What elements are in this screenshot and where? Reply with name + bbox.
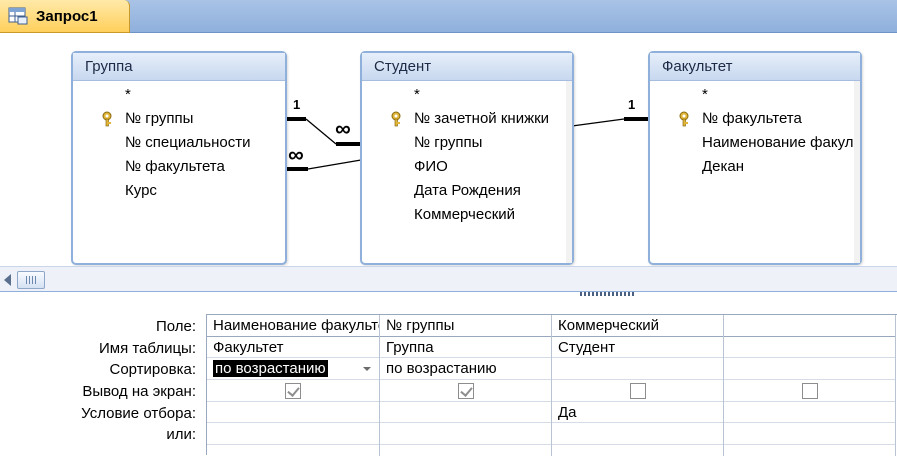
primary-key-icon (390, 111, 404, 127)
sort-dropdown[interactable]: по возрастанию (207, 358, 379, 381)
show-cell (207, 380, 379, 402)
criteria-cell[interactable]: Да (552, 402, 723, 424)
field-all[interactable]: * (362, 83, 572, 107)
field-dean[interactable]: Декан (650, 155, 860, 179)
row-label-table: Имя таблицы: (98, 339, 196, 357)
table-cell[interactable] (724, 337, 895, 359)
sort-cell[interactable] (552, 358, 723, 381)
field-cell[interactable] (724, 315, 895, 337)
document-tab-strip: Запрос1 (0, 0, 897, 33)
field-record-book-number[interactable]: № зачетной книжки (362, 107, 572, 131)
row-label-field: Поле: (155, 318, 196, 335)
tab-query1[interactable]: Запрос1 (0, 0, 130, 33)
or-cell[interactable] (380, 423, 551, 446)
query-design-area[interactable]: 1 ∞ ∞ 1 Группа * № группы № специальност… (0, 34, 897, 266)
relationship-label-many: ∞ (288, 142, 304, 167)
row-label-criteria: Условие отбора: (81, 404, 196, 422)
show-cell (724, 380, 895, 402)
relationship-label-many: ∞ (335, 116, 351, 141)
relationship-label-1: 1 (628, 97, 636, 112)
grid-column-3: Коммерческий Студент Да (552, 315, 724, 456)
field-faculty-name[interactable]: Наименование факультета (650, 131, 860, 155)
grid-column-2: № группы Группа по возрастанию (380, 315, 552, 456)
pane-splitter[interactable] (0, 292, 897, 306)
row-label-sort: Сортировка: (109, 361, 197, 379)
field-course[interactable]: Курс (73, 179, 285, 203)
scrollbar-thumb[interactable] (17, 271, 45, 289)
field-specialty-number[interactable]: № специальности (73, 131, 285, 155)
query-icon (8, 7, 28, 25)
table-faculty[interactable]: Факультет * № факультета Наименование фа… (648, 51, 862, 265)
row-label-show: Вывод на экран: (82, 383, 196, 401)
relationship-label-1: 1 (293, 97, 301, 112)
query-design-grid: Поле: Имя таблицы: Сортировка: Вывод на … (0, 306, 897, 456)
field-cell[interactable]: Коммерческий (552, 315, 723, 337)
scroll-left-arrow-icon[interactable] (4, 274, 11, 286)
grid-column-4 (724, 315, 896, 456)
table-cell[interactable]: Факультет (207, 337, 379, 359)
table-title[interactable]: Факультет (650, 53, 860, 81)
field-all[interactable]: * (650, 83, 860, 107)
or-cell[interactable] (552, 423, 723, 446)
or-cell[interactable] (207, 423, 379, 446)
or-cell[interactable] (724, 423, 895, 446)
field-all[interactable]: * (73, 83, 285, 107)
sort-value: по возрастанию (213, 360, 328, 378)
criteria-cell[interactable] (724, 402, 895, 424)
primary-key-icon (101, 111, 115, 127)
design-horizontal-scrollbar[interactable] (0, 266, 897, 292)
field-list-scrollbar[interactable] (566, 81, 572, 263)
criteria-cell[interactable] (380, 402, 551, 424)
table-student[interactable]: Студент * № зачетной книжки № группы ФИО… (360, 51, 574, 265)
field-full-name[interactable]: ФИО (362, 155, 572, 179)
table-title[interactable]: Студент (362, 53, 572, 81)
primary-key-icon (678, 111, 692, 127)
field-list-body: * № группы № специальности № факультета … (73, 81, 285, 263)
field-faculty-number[interactable]: № факультета (650, 107, 860, 131)
criteria-cell[interactable] (207, 402, 379, 424)
show-checkbox[interactable] (629, 383, 646, 400)
splitter-grip-icon[interactable] (580, 292, 634, 296)
field-list-body: * № факультета Наименование факультета Д… (650, 81, 860, 263)
show-checkbox[interactable] (457, 383, 474, 400)
field-list-body: * № зачетной книжки № группы ФИО Дата Ро… (362, 81, 572, 263)
show-checkbox[interactable] (801, 383, 818, 400)
table-group[interactable]: Группа * № группы № специальности № факу… (71, 51, 287, 265)
grid-columns: Наименование факультета Факультет по воз… (206, 314, 897, 456)
table-title[interactable]: Группа (73, 53, 285, 81)
show-checkbox[interactable] (285, 383, 301, 400)
table-cell[interactable]: Студент (552, 337, 723, 359)
chevron-down-icon[interactable] (363, 367, 371, 372)
tab-label: Запрос1 (36, 7, 98, 25)
show-cell (380, 380, 551, 402)
grid-row-labels: Поле: Имя таблицы: Сортировка: Вывод на … (0, 316, 205, 446)
field-faculty-number[interactable]: № факультета (73, 155, 285, 179)
grid-column-1: Наименование факультета Факультет по воз… (207, 315, 380, 456)
field-list-scrollbar[interactable] (854, 81, 860, 263)
field-group-number[interactable]: № группы (73, 107, 285, 131)
field-cell[interactable]: № группы (380, 315, 551, 337)
table-cell[interactable]: Группа (380, 337, 551, 359)
sort-cell[interactable] (724, 358, 895, 381)
show-cell (552, 380, 723, 402)
field-cell[interactable]: Наименование факультета (207, 315, 379, 337)
row-label-or: или: (166, 426, 196, 444)
field-commercial[interactable]: Коммерческий (362, 203, 572, 227)
field-birth-date[interactable]: Дата Рождения (362, 179, 572, 203)
field-group-number[interactable]: № группы (362, 131, 572, 155)
sort-cell[interactable]: по возрастанию (380, 358, 551, 381)
